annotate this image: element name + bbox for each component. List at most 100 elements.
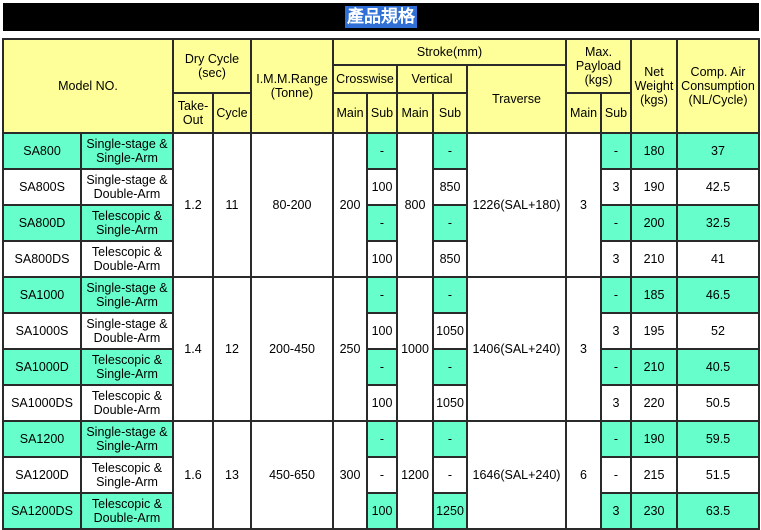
header-model: Model NO. <box>2 38 174 134</box>
net-weight-cell: 210 <box>630 348 678 386</box>
net-weight-cell: 180 <box>630 132 678 170</box>
table-row: SA1200DS Telescopic & Double-Arm 100 1250 3 2… <box>2 492 760 530</box>
description-cell: Single-stage & Single-Arm <box>80 420 174 458</box>
table-row: SA1000 Single-stage & Single-Arm 1.4 12 200-… <box>2 276 760 422</box>
crosswise-sub-cell: - <box>366 456 398 494</box>
net-weight-cell: 190 <box>630 168 678 206</box>
header-vertical: Vertical <box>396 64 468 94</box>
table-row: SA1000S Single-stage & Double-Arm 100 1050 3… <box>2 312 760 350</box>
vertical-sub-cell: - <box>432 420 468 458</box>
header-imm-range: I.M.M.Range (Tonne) <box>250 38 334 134</box>
crosswise-sub-cell: 100 <box>366 312 398 350</box>
model-cell: SA800D <box>2 204 82 242</box>
model-cell: SA800DS <box>2 240 82 278</box>
header-traverse: Traverse <box>466 64 567 134</box>
page-title: 產品規格 <box>345 6 417 28</box>
payload-main-cell: 6 <box>565 420 602 530</box>
air-consumption-cell: 40.5 <box>676 348 760 386</box>
vertical-sub-cell: 850 <box>432 240 468 278</box>
crosswise-sub-cell: 100 <box>366 168 398 206</box>
vertical-sub-cell: 1050 <box>432 384 468 422</box>
spec-table: Model NO. Dry Cycle (sec) I.M.M.Range (T… <box>2 38 760 530</box>
air-consumption-cell: 46.5 <box>676 276 760 314</box>
payload-sub-cell: - <box>600 456 632 494</box>
take-out-cell: 1.4 <box>172 276 214 422</box>
crosswise-sub-cell: - <box>366 132 398 170</box>
imm-range-cell: 80-200 <box>250 132 334 278</box>
header-payload-main: Main <box>565 92 602 134</box>
header-cycle: Cycle <box>212 92 252 134</box>
crosswise-main-cell: 300 <box>332 420 368 530</box>
model-cell: SA1200DS <box>2 492 82 530</box>
table-row: SA800 Single-stage & Single-Arm 1.2 11 80-20… <box>2 132 760 278</box>
crosswise-main-cell: 200 <box>332 132 368 278</box>
vertical-sub-cell: 850 <box>432 168 468 206</box>
header-crosswise-main: Main <box>332 92 368 134</box>
air-consumption-cell: 42.5 <box>676 168 760 206</box>
imm-range-cell: 450-650 <box>250 420 334 530</box>
vertical-sub-cell: - <box>432 276 468 314</box>
header-vertical-main: Main <box>396 92 434 134</box>
header-air-consumption: Comp. Air Consumption (NL/Cycle) <box>676 38 760 134</box>
vertical-sub-cell: - <box>432 456 468 494</box>
title-bar: 產品規格 <box>3 3 759 31</box>
cycle-cell: 11 <box>212 132 252 278</box>
table-row: SA800D Telescopic & Single-Arm - - -200 32.5 <box>2 204 760 242</box>
payload-sub-cell: 3 <box>600 240 632 278</box>
model-cell: SA1000S <box>2 312 82 350</box>
header-net-weight: Net Weight (kgs) <box>630 38 678 134</box>
crosswise-sub-cell: 100 <box>366 492 398 530</box>
crosswise-sub-cell: - <box>366 204 398 242</box>
model-cell: SA1200D <box>2 456 82 494</box>
header-stroke: Stroke(mm) <box>332 38 567 66</box>
net-weight-cell: 215 <box>630 456 678 494</box>
header-vertical-sub: Sub <box>432 92 468 134</box>
vertical-sub-cell: - <box>432 348 468 386</box>
description-cell: Single-stage & Single-Arm <box>80 132 174 170</box>
description-cell: Telescopic & Double-Arm <box>80 492 174 530</box>
payload-main-cell: 3 <box>565 276 602 422</box>
air-consumption-cell: 37 <box>676 132 760 170</box>
air-consumption-cell: 50.5 <box>676 384 760 422</box>
crosswise-sub-cell: - <box>366 348 398 386</box>
net-weight-cell: 195 <box>630 312 678 350</box>
vertical-sub-cell: - <box>432 132 468 170</box>
crosswise-main-cell: 250 <box>332 276 368 422</box>
air-consumption-cell: 59.5 <box>676 420 760 458</box>
net-weight-cell: 230 <box>630 492 678 530</box>
header-dry-cycle: Dry Cycle (sec) <box>172 38 252 94</box>
net-weight-cell: 185 <box>630 276 678 314</box>
crosswise-sub-cell: - <box>366 420 398 458</box>
take-out-cell: 1.2 <box>172 132 214 278</box>
air-consumption-cell: 63.5 <box>676 492 760 530</box>
vertical-sub-cell: 1250 <box>432 492 468 530</box>
header-take-out: Take-Out <box>172 92 214 134</box>
vertical-main-cell: 1000 <box>396 276 434 422</box>
payload-sub-cell: 3 <box>600 168 632 206</box>
model-cell: SA1200 <box>2 420 82 458</box>
header-crosswise: Crosswise <box>332 64 398 94</box>
traverse-cell: 1406(SAL+240) <box>466 276 567 422</box>
description-cell: Single-stage & Double-Arm <box>80 168 174 206</box>
description-cell: Telescopic & Single-Arm <box>80 456 174 494</box>
payload-sub-cell: - <box>600 276 632 314</box>
table-row: SA800S Single-stage & Double-Arm 100 850 3 19… <box>2 168 760 206</box>
air-consumption-cell: 52 <box>676 312 760 350</box>
payload-sub-cell: 3 <box>600 312 632 350</box>
take-out-cell: 1.6 <box>172 420 214 530</box>
table-row: SA1000D Telescopic & Single-Arm - - -210 40.5 <box>2 348 760 386</box>
cycle-cell: 12 <box>212 276 252 422</box>
air-consumption-cell: 32.5 <box>676 204 760 242</box>
model-cell: SA1000 <box>2 276 82 314</box>
payload-sub-cell: - <box>600 204 632 242</box>
table-row: SA1000DS Telescopic & Double-Arm 100 1050 3 2… <box>2 384 760 422</box>
crosswise-sub-cell: 100 <box>366 240 398 278</box>
traverse-cell: 1226(SAL+180) <box>466 132 567 278</box>
description-cell: Telescopic & Double-Arm <box>80 240 174 278</box>
air-consumption-cell: 51.5 <box>676 456 760 494</box>
payload-sub-cell: - <box>600 348 632 386</box>
description-cell: Single-stage & Single-Arm <box>80 276 174 314</box>
payload-main-cell: 3 <box>565 132 602 278</box>
description-cell: Telescopic & Single-Arm <box>80 204 174 242</box>
payload-sub-cell: - <box>600 132 632 170</box>
